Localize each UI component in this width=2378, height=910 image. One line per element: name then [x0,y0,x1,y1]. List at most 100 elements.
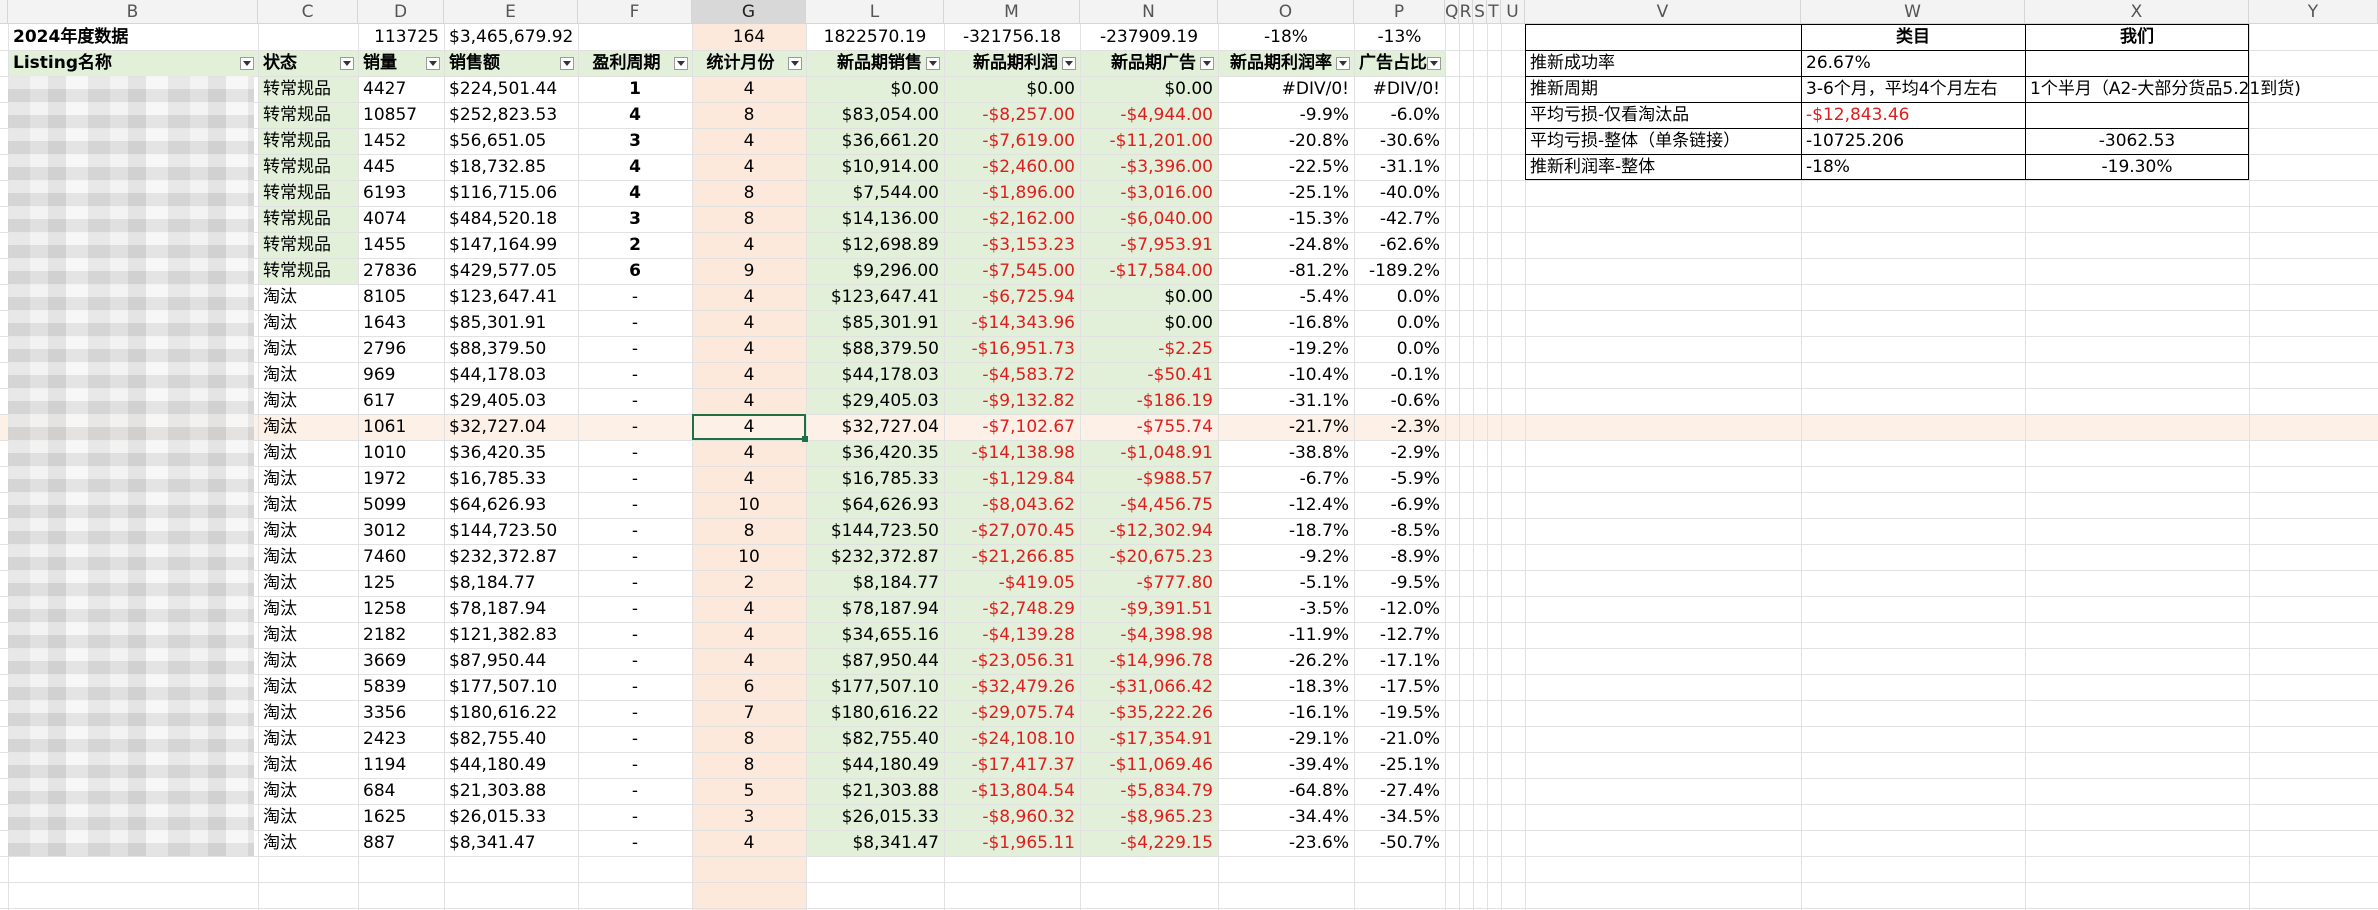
summary-new-profit[interactable]: -321756.18 [944,24,1080,50]
ad-ratio-cell[interactable]: -12.0% [1354,596,1445,622]
qty-cell[interactable]: 2182 [358,622,444,648]
ad-ratio-cell[interactable]: 0.0% [1354,310,1445,336]
status-cell[interactable]: 淘汰 [258,388,358,414]
new-sales-cell[interactable]: $123,647.41 [806,284,944,310]
side-row-us[interactable] [2025,102,2249,128]
profit-rate-cell[interactable]: -29.1% [1218,726,1354,752]
profit-rate-cell[interactable]: -12.4% [1218,492,1354,518]
status-cell[interactable]: 淘汰 [258,622,358,648]
profit-rate-cell[interactable]: -19.2% [1218,336,1354,362]
months-cell[interactable]: 10 [692,544,806,570]
new-profit-cell[interactable]: -$13,804.54 [944,778,1080,804]
profit-rate-cell[interactable]: -18.7% [1218,518,1354,544]
filter-dropdown-icon[interactable] [1062,57,1076,70]
cycle-cell[interactable]: 1 [578,76,692,102]
cycle-cell[interactable]: - [578,726,692,752]
column-header-x[interactable]: X [2025,0,2249,24]
new-sales-cell[interactable]: $82,755.40 [806,726,944,752]
column-header-y[interactable]: Y [2249,0,2378,24]
amount-cell[interactable]: $64,626.93 [444,492,578,518]
new-sales-cell[interactable]: $44,180.49 [806,752,944,778]
column-header-r[interactable]: R [1459,0,1473,24]
filter-dropdown-icon[interactable] [340,57,354,70]
amount-cell[interactable]: $123,647.41 [444,284,578,310]
ad-ratio-cell[interactable]: -42.7% [1354,206,1445,232]
profit-rate-cell[interactable]: -6.7% [1218,466,1354,492]
months-cell[interactable]: 4 [692,830,806,856]
column-header-u[interactable]: U [1501,0,1525,24]
qty-cell[interactable]: 10857 [358,102,444,128]
column-header-v[interactable]: V [1525,0,1801,24]
profit-rate-cell[interactable]: -23.6% [1218,830,1354,856]
filter-dropdown-icon[interactable] [674,57,688,70]
profit-rate-cell[interactable]: -10.4% [1218,362,1354,388]
status-cell[interactable]: 淘汰 [258,570,358,596]
ad-ratio-cell[interactable]: 0.0% [1354,336,1445,362]
months-cell[interactable]: 3 [692,804,806,830]
profit-rate-cell[interactable]: -5.4% [1218,284,1354,310]
summary-sales-qty[interactable]: 113725 [358,24,444,50]
status-cell[interactable]: 淘汰 [258,726,358,752]
new-profit-cell[interactable]: -$2,162.00 [944,206,1080,232]
status-cell[interactable]: 转常规品 [258,76,358,102]
column-header-n[interactable]: N [1080,0,1218,24]
ad-ratio-cell[interactable]: -8.9% [1354,544,1445,570]
new-profit-cell[interactable]: -$1,129.84 [944,466,1080,492]
status-cell[interactable]: 转常规品 [258,258,358,284]
new-ad-cell[interactable]: -$17,584.00 [1080,258,1218,284]
months-cell[interactable]: 4 [692,76,806,102]
new-sales-cell[interactable]: $14,136.00 [806,206,944,232]
new-sales-cell[interactable]: $87,950.44 [806,648,944,674]
profit-rate-cell[interactable]: -15.3% [1218,206,1354,232]
new-profit-cell[interactable]: -$4,583.72 [944,362,1080,388]
amount-cell[interactable]: $32,727.04 [444,414,578,440]
qty-cell[interactable]: 5099 [358,492,444,518]
side-row-category[interactable]: -18% [1801,154,2025,180]
side-head-category[interactable]: 类目 [1801,24,2025,50]
profit-rate-cell[interactable]: -18.3% [1218,674,1354,700]
summary-label[interactable]: 2024年度数据 [8,24,258,50]
qty-cell[interactable]: 4427 [358,76,444,102]
status-cell[interactable]: 淘汰 [258,284,358,310]
months-cell[interactable]: 4 [692,648,806,674]
months-cell[interactable]: 2 [692,570,806,596]
status-cell[interactable]: 转常规品 [258,128,358,154]
side-row-category[interactable]: -10725.206 [1801,128,2025,154]
new-ad-cell[interactable]: -$1,048.91 [1080,440,1218,466]
qty-cell[interactable]: 969 [358,362,444,388]
new-sales-cell[interactable]: $16,785.33 [806,466,944,492]
profit-rate-cell[interactable]: -9.9% [1218,102,1354,128]
new-sales-cell[interactable]: $36,661.20 [806,128,944,154]
qty-cell[interactable]: 3669 [358,648,444,674]
column-header-l[interactable]: L [806,0,944,24]
qty-cell[interactable]: 6193 [358,180,444,206]
months-cell[interactable]: 8 [692,752,806,778]
qty-cell[interactable]: 1455 [358,232,444,258]
qty-cell[interactable]: 1258 [358,596,444,622]
new-ad-cell[interactable]: -$20,675.23 [1080,544,1218,570]
header-new-sales[interactable]: 新品期销售 [806,50,944,76]
qty-cell[interactable]: 1643 [358,310,444,336]
ad-ratio-cell[interactable]: -6.0% [1354,102,1445,128]
new-profit-cell[interactable]: -$9,132.82 [944,388,1080,414]
ad-ratio-cell[interactable]: -31.1% [1354,154,1445,180]
ad-ratio-cell[interactable]: -8.5% [1354,518,1445,544]
amount-cell[interactable]: $144,723.50 [444,518,578,544]
profit-rate-cell[interactable]: -11.9% [1218,622,1354,648]
new-sales-cell[interactable]: $8,184.77 [806,570,944,596]
new-sales-cell[interactable]: $88,379.50 [806,336,944,362]
profit-rate-cell[interactable]: -9.2% [1218,544,1354,570]
ad-ratio-cell[interactable]: -2.9% [1354,440,1445,466]
column-header-b[interactable]: B [8,0,258,24]
new-profit-cell[interactable]: -$14,138.98 [944,440,1080,466]
profit-rate-cell[interactable]: -64.8% [1218,778,1354,804]
status-cell[interactable]: 淘汰 [258,518,358,544]
cycle-cell[interactable]: - [578,440,692,466]
months-cell[interactable]: 8 [692,518,806,544]
new-profit-cell[interactable]: -$7,102.67 [944,414,1080,440]
status-cell[interactable]: 淘汰 [258,752,358,778]
amount-cell[interactable]: $484,520.18 [444,206,578,232]
months-cell[interactable]: 8 [692,206,806,232]
cycle-cell[interactable]: - [578,778,692,804]
profit-rate-cell[interactable]: -5.1% [1218,570,1354,596]
